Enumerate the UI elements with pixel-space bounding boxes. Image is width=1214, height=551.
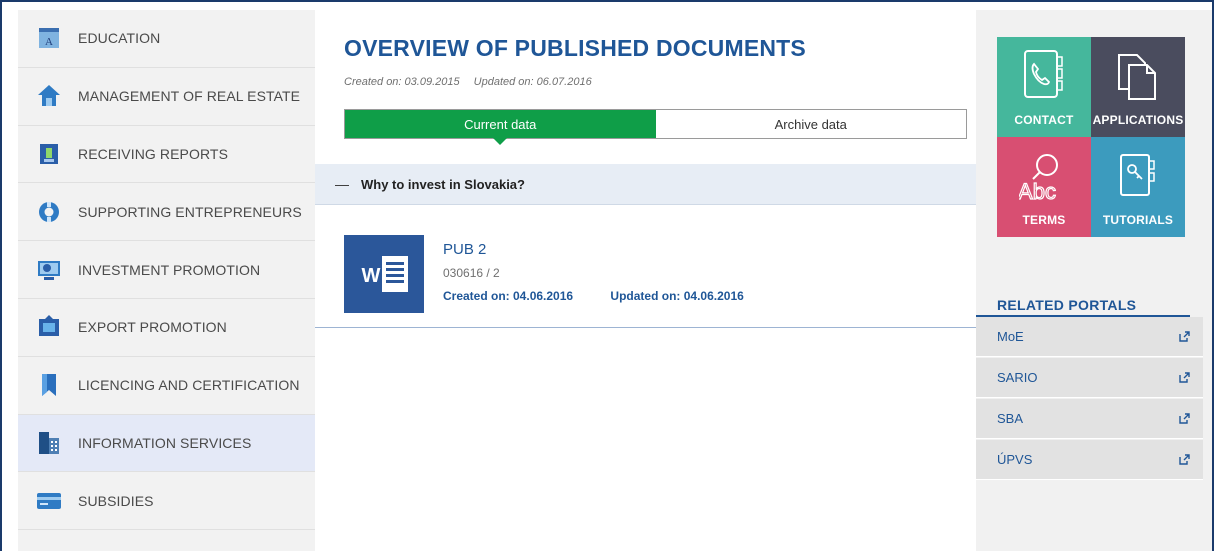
- document-updated: Updated on: 04.06.2016: [610, 289, 744, 303]
- document-item: W PUB 2 030616 / 2 Created on: 04.06.201…: [315, 205, 976, 328]
- reports-icon: [40, 143, 58, 164]
- sidebar-item-label: INFORMATION SERVICES: [78, 434, 252, 451]
- portal-link-upvs[interactable]: ÚPVS: [976, 440, 1203, 480]
- portal-link-sba[interactable]: SBA: [976, 399, 1203, 439]
- sidebar-item-label: RECEIVING REPORTS: [78, 145, 229, 162]
- sidebar-item-label: EXPORT PROMOTION: [78, 319, 227, 336]
- updated-date: Updated on: 06.07.2016: [473, 76, 592, 88]
- sidebar-item-receiving-reports[interactable]: RECEIVING REPORTS: [18, 126, 315, 184]
- document-created: Created on: 04.06.2016: [443, 289, 574, 303]
- external-link-icon: [1179, 331, 1190, 342]
- tab-current-data[interactable]: Current data: [345, 110, 656, 145]
- tile-tutorials[interactable]: TUTORIALS: [1091, 137, 1185, 237]
- document-code: 030616 / 2: [443, 266, 500, 280]
- building-icon: [39, 431, 59, 454]
- external-link-icon: [1179, 413, 1190, 424]
- word-glyph: W: [362, 256, 408, 292]
- sidebar-item-real-estate[interactable]: MANAGEMENT OF REAL ESTATE: [18, 68, 315, 126]
- main-content: OVERVIEW OF PUBLISHED DOCUMENTS Created …: [315, 10, 976, 551]
- tile-applications[interactable]: APPLICATIONS: [1091, 37, 1185, 137]
- document-name-link[interactable]: PUB 2: [443, 241, 486, 258]
- external-link-icon: [1179, 454, 1190, 465]
- sidebar-item-label: SUBSIDIES: [78, 492, 154, 509]
- svg-text:W: W: [362, 265, 381, 287]
- accordion-header[interactable]: — Why to invest in Slovakia?: [315, 164, 976, 205]
- portal-label: SBA: [997, 411, 1024, 426]
- related-portals-title: RELATED PORTALS: [997, 297, 1137, 313]
- tile-label: APPLICATIONS: [1092, 113, 1184, 127]
- accordion-title: Why to invest in Slovakia?: [361, 176, 525, 192]
- tab-archive-data[interactable]: Archive data: [656, 110, 967, 138]
- word-icon[interactable]: W: [344, 235, 424, 313]
- documents-icon: [1118, 54, 1156, 100]
- sidebar-item-education[interactable]: A EDUCATION: [18, 10, 315, 68]
- sidebar-item-label: LICENCING AND CERTIFICATION: [78, 377, 300, 394]
- investment-icon: [38, 260, 60, 280]
- page-title: OVERVIEW OF PUBLISHED DOCUMENTS: [344, 35, 806, 61]
- sidebar-item-label: MANAGEMENT OF REAL ESTATE: [78, 88, 301, 105]
- sidebar-item-label: EDUCATION: [78, 30, 161, 47]
- sidebar-item-label: INVESTMENT PROMOTION: [78, 261, 261, 278]
- sidebar-item-subsidies[interactable]: SUBSIDIES: [18, 472, 315, 531]
- portal-link-sario[interactable]: SARIO: [976, 358, 1203, 398]
- svg-text:Abc: Abc: [1019, 179, 1056, 203]
- tile-label: TUTORIALS: [1102, 213, 1174, 227]
- export-icon: [39, 315, 59, 337]
- contact-book-icon: [1024, 50, 1063, 98]
- real-estate-icon: [38, 85, 60, 107]
- right-panel: CONTACT APPLICATIONS Abc TERMS TUTORIALS…: [976, 10, 1212, 551]
- sidebar-item-label: SUPPORTING ENTREPRENEURS: [78, 203, 302, 220]
- tile-contact[interactable]: CONTACT: [997, 37, 1091, 137]
- sidebar-item-supporting-entrepreneurs[interactable]: SUPPORTING ENTREPRENEURS: [18, 183, 315, 242]
- tabs: Current data Archive data: [344, 109, 967, 145]
- tile-terms[interactable]: Abc TERMS: [997, 137, 1091, 237]
- abc-search-icon: Abc: [1019, 154, 1058, 203]
- portal-label: ÚPVS: [997, 452, 1033, 467]
- svg-text:A: A: [45, 36, 53, 48]
- sidebar-item-export-promotion[interactable]: EXPORT PROMOTION: [18, 299, 315, 357]
- sidebar: A EDUCATION MANAGEMENT OF REAL ESTATE RE…: [18, 10, 315, 551]
- portal-label: MoE: [997, 329, 1024, 344]
- collapse-icon: —: [335, 176, 349, 192]
- key-book-icon: [1120, 154, 1155, 196]
- sidebar-item-investment-promotion[interactable]: INVESTMENT PROMOTION: [18, 241, 315, 299]
- created-date: Created on: 03.09.2015: [344, 76, 460, 88]
- bookmark-icon: [42, 374, 56, 397]
- card-icon: [37, 492, 61, 509]
- lifebuoy-icon: [39, 201, 59, 222]
- tile-label: TERMS: [1022, 213, 1066, 227]
- tile-label: CONTACT: [1014, 113, 1074, 127]
- sidebar-item-information-services[interactable]: INFORMATION SERVICES: [18, 414, 315, 473]
- document-dates: Created on: 04.06.2016 Updated on: 04.06…: [443, 289, 744, 303]
- portal-link-moe[interactable]: MoE: [976, 317, 1203, 357]
- external-link-icon: [1179, 372, 1190, 383]
- education-icon: A: [39, 28, 59, 49]
- sidebar-item-licencing[interactable]: LICENCING AND CERTIFICATION: [18, 357, 315, 415]
- portal-label: SARIO: [997, 370, 1038, 385]
- page-meta: Created on: 03.09.2015 Updated on: 06.07…: [344, 76, 592, 88]
